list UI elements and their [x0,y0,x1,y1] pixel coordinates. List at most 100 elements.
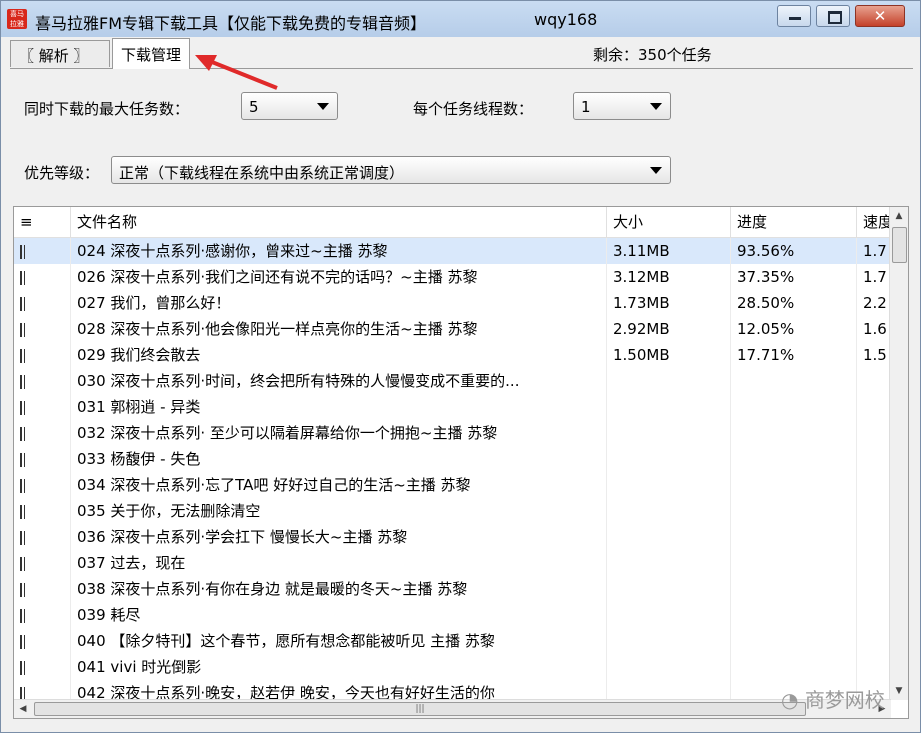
row-speed [857,368,891,394]
row-size [607,368,731,394]
threads-label: 每个任务线程数： [413,100,534,118]
maximize-button[interactable] [816,5,850,27]
row-size [607,446,731,472]
row-drag-handle [14,290,71,316]
table-row[interactable]: 034 深夜十点系列·忘了TA吧 好好过自己的生活~主播 苏黎 [14,472,891,498]
row-speed [857,394,891,420]
vertical-scroll-thumb[interactable] [892,227,907,263]
threads-select[interactable]: 1 [573,92,671,120]
row-drag-handle [14,368,71,394]
column-header-progress[interactable]: 进度 [731,207,857,237]
row-progress [731,550,857,576]
table-row[interactable]: 042 深夜十点系列·晚安，赵若伊 晚安，今天也有好好生活的你 [14,680,891,700]
annotation-arrow-icon [195,55,278,90]
column-header-menu[interactable]: ≡ [14,207,71,237]
row-filename: 032 深夜十点系列· 至少可以隔着屏幕给你一个拥抱~主播 苏黎 [71,420,607,446]
row-speed [857,550,891,576]
row-drag-handle [14,316,71,342]
row-progress [731,394,857,420]
priority-select[interactable]: 正常（下载线程在系统中由系统正常调度） [111,156,671,184]
row-size [607,550,731,576]
row-filename: 039 耗尽 [71,602,607,628]
column-header-size[interactable]: 大小 [607,207,731,237]
minimize-button[interactable] [777,5,811,27]
row-drag-handle [14,446,71,472]
row-drag-handle [14,472,71,498]
scroll-up-icon[interactable]: ▲ [890,207,908,225]
title-bar[interactable]: 喜马 拉雅 喜马拉雅FM专辑下载工具【仅能下载免费的专辑音频】 wqy168 ✕ [1,1,920,37]
row-filename: 036 深夜十点系列·学会扛下 慢慢长大~主播 苏黎 [71,524,607,550]
row-progress: 28.50% [731,290,857,316]
grip-icon [20,426,25,441]
row-speed: 2.2 [857,290,891,316]
grip-icon [20,452,25,467]
grip-icon [20,322,25,337]
row-drag-handle [14,498,71,524]
row-speed: 1.6 [857,316,891,342]
app-window: 喜马 拉雅 喜马拉雅FM专辑下载工具【仅能下载免费的专辑音频】 wqy168 ✕ … [0,0,921,733]
grip-icon [20,504,25,519]
grip-icon [20,478,25,493]
row-drag-handle [14,420,71,446]
close-button[interactable]: ✕ [855,5,905,27]
column-header-filename[interactable]: 文件名称 [71,207,607,237]
max-tasks-label: 同时下载的最大任务数： [24,100,190,118]
chevron-down-icon [317,103,329,110]
row-drag-handle [14,550,71,576]
table-row[interactable]: 027 我们，曾那么好！ 1.73MB 28.50% 2.2 [14,290,891,316]
row-drag-handle [14,680,71,700]
tab-download-manager[interactable]: 下载管理 [112,38,191,69]
row-progress [731,420,857,446]
grip-icon [20,244,25,259]
row-speed [857,472,891,498]
scroll-down-icon[interactable]: ▼ [890,682,908,700]
table-row[interactable]: 028 深夜十点系列·他会像阳光一样点亮你的生活~主播 苏黎 2.92MB 12.0… [14,316,891,342]
table-row[interactable]: 032 深夜十点系列· 至少可以隔着屏幕给你一个拥抱~主播 苏黎 [14,420,891,446]
horizontal-scrollbar[interactable]: ◀ ||| ▶ [14,699,891,718]
table-row[interactable]: 041 vivi 时光倒影 [14,654,891,680]
close-icon: ✕ [873,7,887,25]
vertical-scrollbar[interactable]: ▲ ▼ [889,207,908,700]
grip-icon [20,660,25,675]
row-filename: 029 我们终会散去 [71,342,607,368]
row-filename: 026 深夜十点系列·我们之间还有说不完的话吗？~主播 苏黎 [71,264,607,290]
table-row[interactable]: 038 深夜十点系列·有你在身边 就是最暖的冬天~主播 苏黎 [14,576,891,602]
app-logo-icon: 喜马 拉雅 [7,9,27,29]
table-row[interactable]: 024 深夜十点系列·感谢你，曾来过~主播 苏黎 3.11MB 93.56% 1.7 [14,238,891,264]
grip-icon [20,556,25,571]
grip-icon [20,582,25,597]
table-row[interactable]: 033 杨馥伊 - 失色 [14,446,891,472]
row-filename: 037 过去，现在 [71,550,607,576]
table-row[interactable]: 026 深夜十点系列·我们之间还有说不完的话吗？~主播 苏黎 3.12MB 37.3… [14,264,891,290]
table-row[interactable]: 036 深夜十点系列·学会扛下 慢慢长大~主播 苏黎 [14,524,891,550]
row-progress: 93.56% [731,238,857,264]
scroll-left-icon[interactable]: ◀ [14,700,32,718]
row-filename: 034 深夜十点系列·忘了TA吧 好好过自己的生活~主播 苏黎 [71,472,607,498]
table-row[interactable]: 040 【除夕特刊】这个春节，愿所有想念都能被听见 主播 苏黎 [14,628,891,654]
table-row[interactable]: 029 我们终会散去 1.50MB 17.71% 1.5 [14,342,891,368]
watermark: ◔ 商梦网校 [781,684,885,713]
table-row[interactable]: 039 耗尽 [14,602,891,628]
row-progress: 17.71% [731,342,857,368]
row-progress [731,472,857,498]
table-row[interactable]: 031 郭栩逍 - 异类 [14,394,891,420]
grip-icon [20,400,25,415]
download-list[interactable]: ≡ 文件名称 大小 进度 速度 024 深夜十点系列·感谢你，曾来过~主播 苏黎… [13,206,909,719]
horizontal-scroll-thumb[interactable]: ||| [34,702,806,716]
row-size: 3.12MB [607,264,731,290]
table-row[interactable]: 037 过去，现在 [14,550,891,576]
chevron-down-icon [650,103,662,110]
tab-parse[interactable]: 〖 解析 〗 [10,40,110,67]
row-size [607,576,731,602]
grip-icon [20,374,25,389]
max-tasks-value: 5 [249,98,259,116]
max-tasks-select[interactable]: 5 [241,92,338,120]
grip-icon [20,348,25,363]
grip-icon [20,634,25,649]
table-row[interactable]: 035 关于你，无法删除清空 [14,498,891,524]
row-progress [731,368,857,394]
row-progress [731,576,857,602]
row-drag-handle [14,524,71,550]
minimize-icon [789,17,801,20]
table-row[interactable]: 030 深夜十点系列·时间，终会把所有特殊的人慢慢变成不重要的... [14,368,891,394]
